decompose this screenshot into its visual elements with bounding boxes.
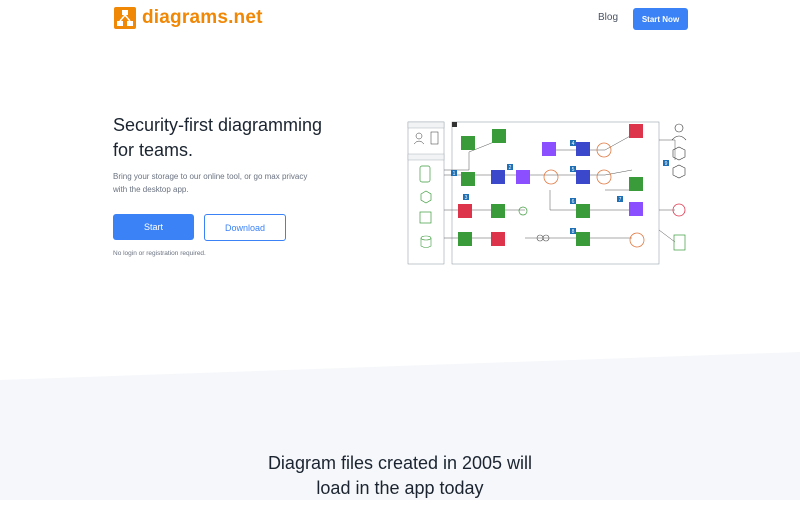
diagram-step-number: 6 [572,199,575,205]
hero-subtitle-line: with the desktop app. [113,185,189,194]
hero-title: Security-first diagramming for teams. [113,113,373,163]
compatibility-heading-line: Diagram files created in 2005 will [267,453,533,473]
start-button[interactable]: Start [113,214,194,240]
compatibility-heading: Diagram files created in 2005 will load … [200,451,600,501]
diagram-step-number: 9 [665,161,668,167]
diagram-step-number: 3 [465,195,468,201]
logo-text: diagrams.net [142,7,263,28]
diagram-step-number: 8 [572,229,575,235]
hero-title-line: Security-first diagramming [113,115,323,135]
aws-architecture-diagram: 1 2 3 4 5 6 7 8 9 [407,120,707,268]
diagram-step-number: 7 [619,197,622,203]
download-button[interactable]: Download [204,214,286,241]
hero-subtitle-line: Bring your storage to our online tool, o… [113,172,308,181]
logo[interactable]: diagrams.net [114,7,263,29]
hero-title-line: for teams. [113,140,194,160]
start-now-button[interactable]: Start Now [633,8,688,30]
diagram-step-number: 2 [509,165,512,171]
no-login-note: No login or registration required. [113,250,206,257]
site-header: diagrams.net Blog Start Now [0,0,800,40]
hero-subtitle: Bring your storage to our online tool, o… [113,170,353,196]
diagram-step-number: 5 [572,167,575,173]
diagram-step-number: 4 [572,141,575,147]
logo-icon [114,7,136,29]
compatibility-heading-line: load in the app today [316,478,484,498]
diagram-step-number: 1 [453,171,456,177]
nav-blog-link[interactable]: Blog [598,12,618,23]
